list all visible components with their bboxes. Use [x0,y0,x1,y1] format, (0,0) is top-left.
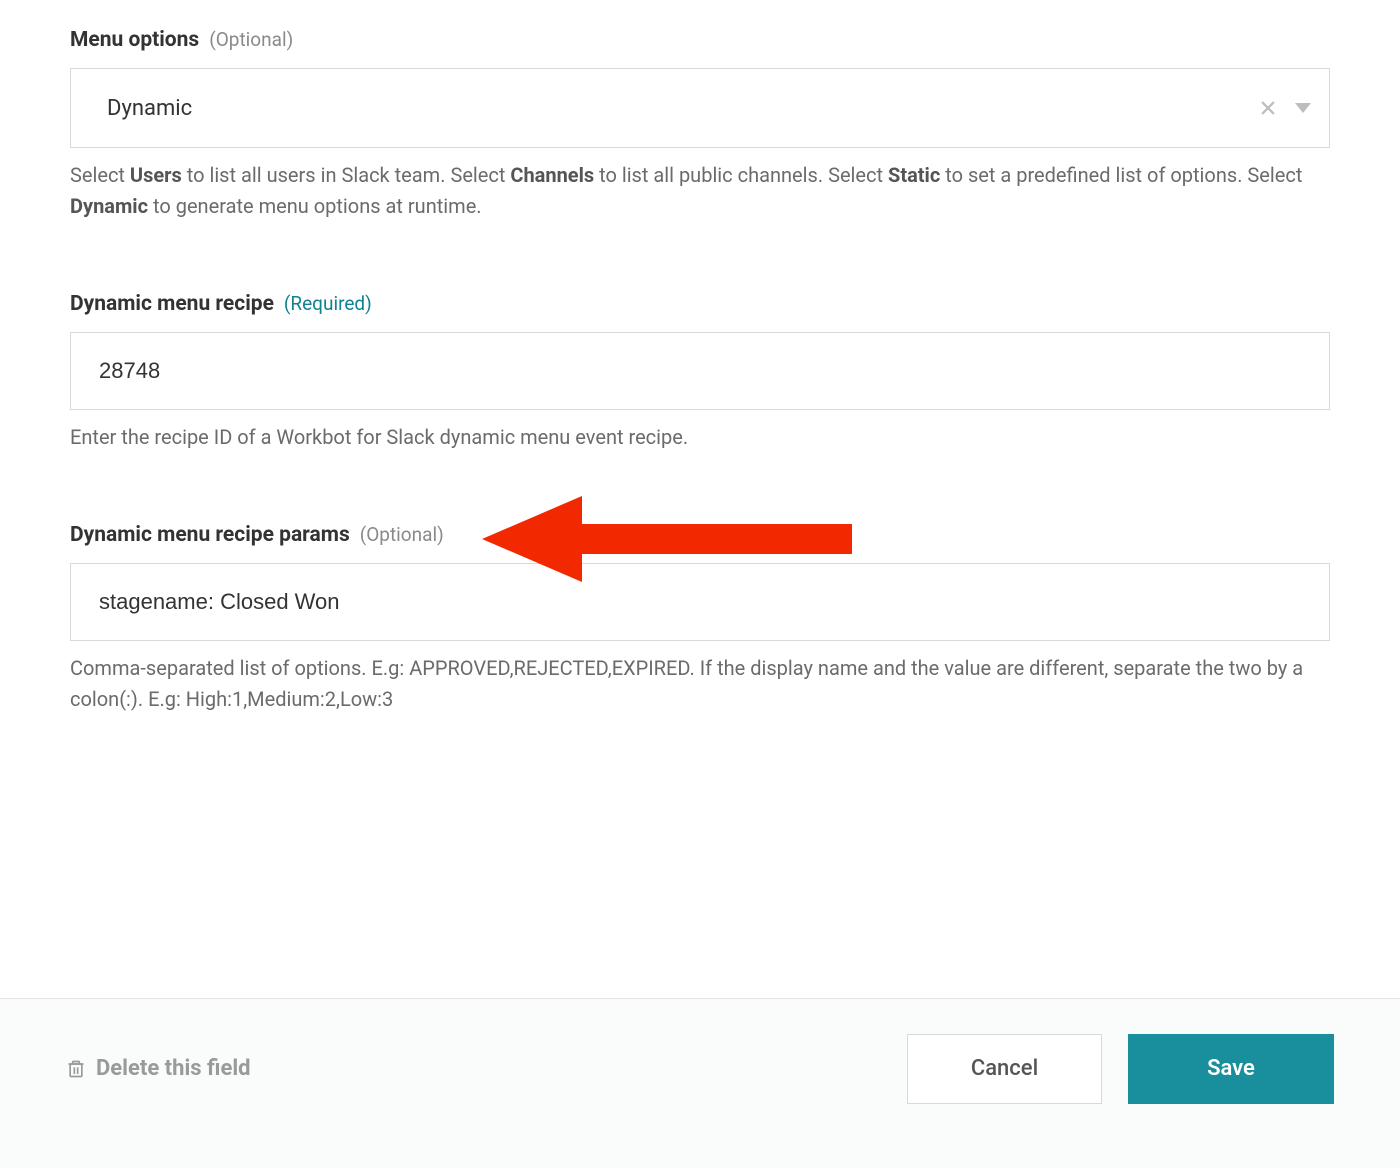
cancel-button-label: Cancel [971,1056,1038,1081]
cancel-button[interactable]: Cancel [907,1034,1102,1104]
menu-options-hint: (Optional) [209,28,293,51]
clear-icon[interactable] [1259,99,1277,117]
chevron-down-icon[interactable] [1295,102,1311,114]
save-button-label: Save [1207,1056,1255,1081]
dynamic-params-field: Dynamic menu recipe params (Optional) Co… [70,523,1330,715]
footer-bar: Delete this field Cancel Save [0,998,1400,1168]
menu-options-field: Menu options (Optional) Dynamic Select U… [70,28,1330,222]
delete-field-label: Delete this field [96,1056,251,1081]
trash-icon [66,1057,86,1081]
dynamic-recipe-help: Enter the recipe ID of a Workbot for Sla… [70,422,1330,453]
dynamic-params-label: Dynamic menu recipe params [70,523,350,547]
dynamic-params-hint: (Optional) [360,523,444,546]
menu-options-value: Dynamic [107,96,192,121]
dynamic-params-help: Comma-separated list of options. E.g: AP… [70,653,1330,715]
dynamic-params-input[interactable] [70,563,1330,641]
menu-options-help: Select Users to list all users in Slack … [70,160,1330,222]
menu-options-select[interactable]: Dynamic [70,68,1330,148]
delete-field-button[interactable]: Delete this field [66,1056,251,1081]
dynamic-recipe-field: Dynamic menu recipe (Required) Enter the… [70,292,1330,453]
dynamic-recipe-input[interactable] [70,332,1330,410]
save-button[interactable]: Save [1128,1034,1334,1104]
menu-options-label: Menu options [70,28,199,52]
dynamic-recipe-label: Dynamic menu recipe [70,292,274,316]
dynamic-recipe-hint: (Required) [284,292,372,315]
